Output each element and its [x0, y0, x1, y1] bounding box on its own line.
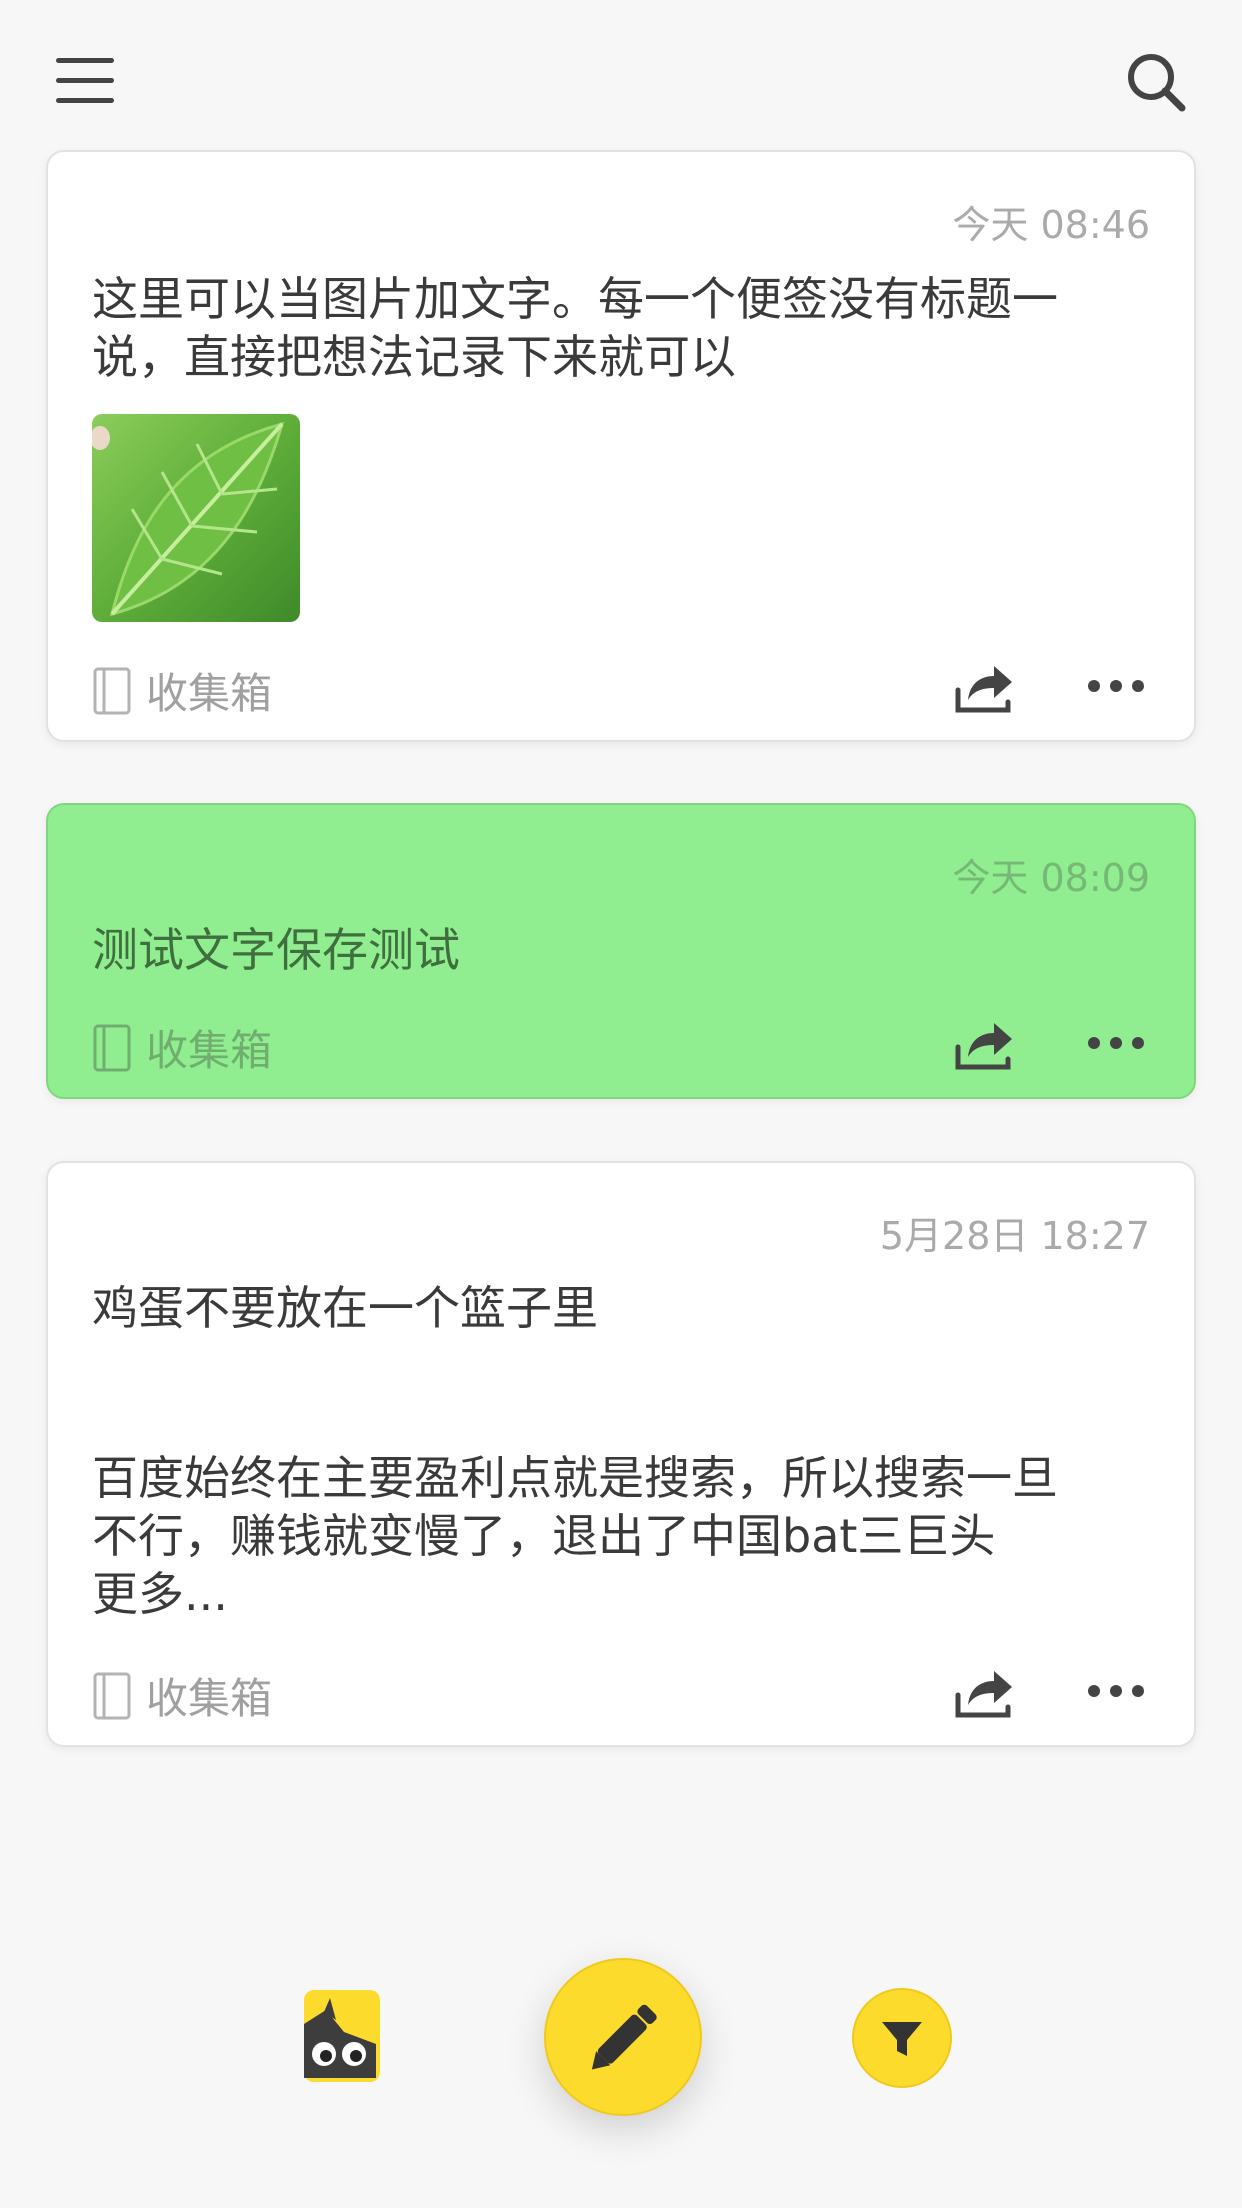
search-icon[interactable]: [1124, 50, 1188, 114]
note-text-line: 这里可以当图片加文字。每一个便签没有标题一: [92, 272, 1058, 326]
more-options-icon[interactable]: [1088, 680, 1144, 694]
notebook-tag[interactable]: 收集箱: [92, 660, 272, 721]
bottom-bar: [0, 1940, 1242, 2140]
note-text: 测试文字保存测试: [92, 921, 1134, 979]
note-card[interactable]: 今天 08:09 测试文字保存测试 收集箱: [46, 803, 1196, 1099]
note-title: 鸡蛋不要放在一个篮子里: [92, 1281, 598, 1335]
hamburger-icon[interactable]: [56, 58, 114, 104]
share-icon[interactable]: [954, 660, 1014, 716]
note-card[interactable]: 5月28日 18:27 鸡蛋不要放在一个篮子里 百度始终在主要盈利点就是搜索，所…: [46, 1161, 1196, 1747]
filter-icon: [882, 2022, 922, 2056]
mascot-icon[interactable]: [304, 1990, 380, 2082]
filter-button[interactable]: [852, 1988, 952, 2088]
notebook-label: 收集箱: [146, 1674, 273, 1723]
note-text: 这里可以当图片加文字。每一个便签没有标题一 说，直接把想法记录下来就可以: [92, 270, 1134, 386]
notebook-icon: [93, 1024, 131, 1071]
share-icon[interactable]: [954, 1665, 1014, 1721]
new-note-button[interactable]: [544, 1958, 702, 2116]
note-more-link[interactable]: 更多...: [92, 1565, 1134, 1623]
note-time: 今天 08:09: [952, 856, 1150, 900]
notebook-icon: [93, 667, 131, 714]
notebook-label: 收集箱: [146, 669, 273, 718]
more-options-icon[interactable]: [1088, 1037, 1144, 1051]
note-text-line: 不行，赚钱就变慢了，退出了中国bat三巨头: [92, 1509, 996, 1563]
notebook-tag[interactable]: 收集箱: [92, 1017, 272, 1078]
pencil-icon: [591, 2004, 657, 2070]
notebook-label: 收集箱: [146, 1026, 273, 1075]
top-bar: [0, 0, 1242, 150]
notebook-icon: [93, 1672, 131, 1719]
note-image-thumbnail[interactable]: [92, 414, 300, 622]
note-text: 百度始终在主要盈利点就是搜索，所以搜索一旦 不行，赚钱就变慢了，退出了中国bat…: [92, 1449, 1134, 1623]
note-text-line: 百度始终在主要盈利点就是搜索，所以搜索一旦: [92, 1451, 1058, 1505]
more-options-icon[interactable]: [1088, 1685, 1144, 1699]
note-card[interactable]: 今天 08:46 这里可以当图片加文字。每一个便签没有标题一 说，直接把想法记录…: [46, 150, 1196, 742]
note-text-line: 说，直接把想法记录下来就可以: [92, 330, 736, 384]
note-text-line: 测试文字保存测试: [92, 923, 460, 977]
share-icon[interactable]: [954, 1017, 1014, 1073]
note-time: 今天 08:46: [952, 203, 1150, 247]
notebook-tag[interactable]: 收集箱: [92, 1665, 272, 1726]
note-time: 5月28日 18:27: [879, 1214, 1150, 1258]
